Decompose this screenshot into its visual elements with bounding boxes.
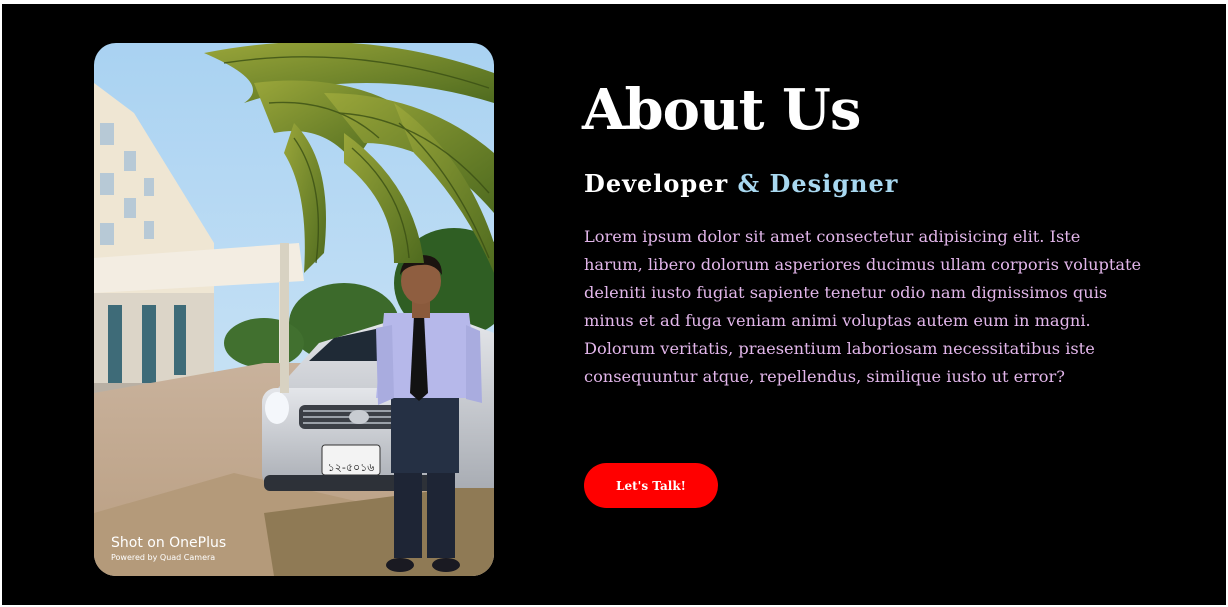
subtitle-developer: Developer	[584, 169, 738, 198]
profile-photo: ১২-৫০১৬ Shot on OnePlus Powered by Quad …	[94, 43, 494, 576]
about-subtitle: Developer & Designer	[584, 169, 899, 199]
camera-watermark: Shot on OnePlus	[111, 535, 227, 551]
camera-watermark-subtext: Powered by Quad Camera	[111, 553, 216, 562]
subtitle-designer: & Designer	[737, 169, 899, 198]
about-description: Lorem ipsum dolor sit amet consectetur a…	[584, 227, 1142, 386]
profile-photo-illustration: ১২-৫০১৬	[94, 43, 494, 576]
lets-talk-button[interactable]: Let's Talk!	[584, 463, 718, 508]
about-title: About Us	[582, 77, 861, 143]
license-plate-text: ১২-৫০১৬	[328, 461, 375, 474]
about-section: ১২-৫০১৬ Shot on OnePlus Powered by Quad …	[2, 4, 1226, 605]
